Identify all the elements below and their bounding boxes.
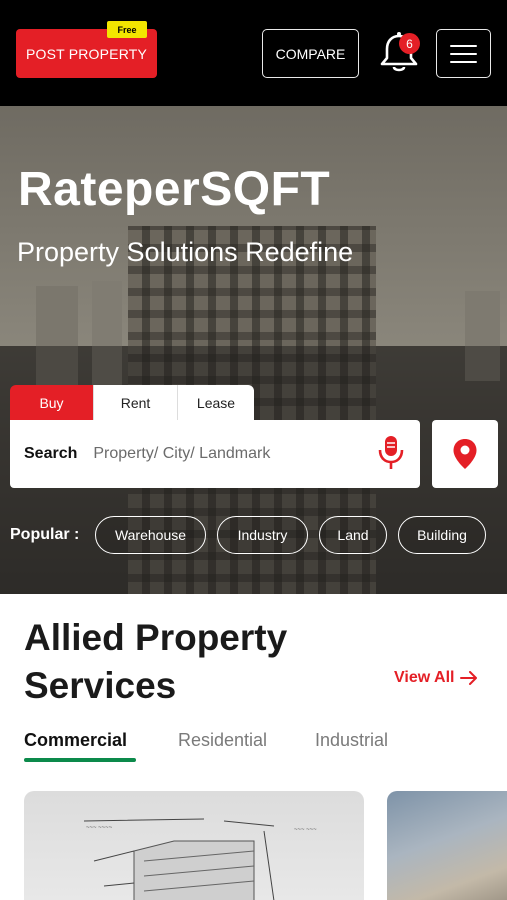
top-header: POST PROPERTY Free COMPARE 6 <box>0 0 507 106</box>
search-label: Search <box>24 445 78 462</box>
hamburger-icon <box>450 60 477 63</box>
arrow-right-icon <box>460 671 478 685</box>
menu-button[interactable] <box>436 29 491 78</box>
hero-subtitle: Property Solutions Redefine <box>17 237 354 267</box>
microphone-icon[interactable] <box>377 434 405 472</box>
architectural-sketch-image: ~~~ ~~~~ ~~~ ~~~ <box>83 818 317 900</box>
popular-chip-building[interactable]: Building <box>398 516 486 554</box>
location-pin-icon <box>453 439 477 469</box>
tab-rent[interactable]: Rent <box>94 385 178 420</box>
tab-residential[interactable]: Residential <box>178 730 267 751</box>
svg-text:~~~ ~~~~: ~~~ ~~~~ <box>86 825 113 831</box>
view-all-label: View All <box>394 669 455 686</box>
hamburger-icon <box>450 44 477 47</box>
free-badge: Free <box>107 21 147 38</box>
active-tab-indicator <box>24 758 136 762</box>
view-all-link[interactable]: View All <box>394 669 478 687</box>
popular-chip-industry[interactable]: Industry <box>217 516 308 554</box>
svg-text:~~~ ~~~: ~~~ ~~~ <box>294 827 317 833</box>
compare-button[interactable]: COMPARE <box>262 29 359 78</box>
tab-commercial[interactable]: Commercial <box>24 730 127 751</box>
notification-count-badge: 6 <box>399 33 420 54</box>
hero-banner: RateperSQFT Property Solutions Redefine … <box>0 106 507 594</box>
popular-chip-land[interactable]: Land <box>319 516 387 554</box>
search-type-tabs: Buy Rent Lease <box>10 385 254 420</box>
popular-chip-warehouse[interactable]: Warehouse <box>95 516 206 554</box>
tab-industrial[interactable]: Industrial <box>315 730 388 751</box>
tab-lease[interactable]: Lease <box>178 385 254 420</box>
service-card[interactable]: ~~~ ~~~~ ~~~ ~~~ <box>24 791 364 900</box>
hamburger-icon <box>450 52 477 55</box>
location-button[interactable] <box>432 420 498 488</box>
popular-label: Popular : <box>10 526 80 543</box>
section-title: Allied Property Services <box>24 617 288 706</box>
search-bar: Search <box>10 420 420 488</box>
tab-buy[interactable]: Buy <box>10 385 94 420</box>
hero-title: RateperSQFT <box>18 163 331 216</box>
search-input[interactable] <box>93 445 354 463</box>
service-card[interactable] <box>387 791 507 900</box>
